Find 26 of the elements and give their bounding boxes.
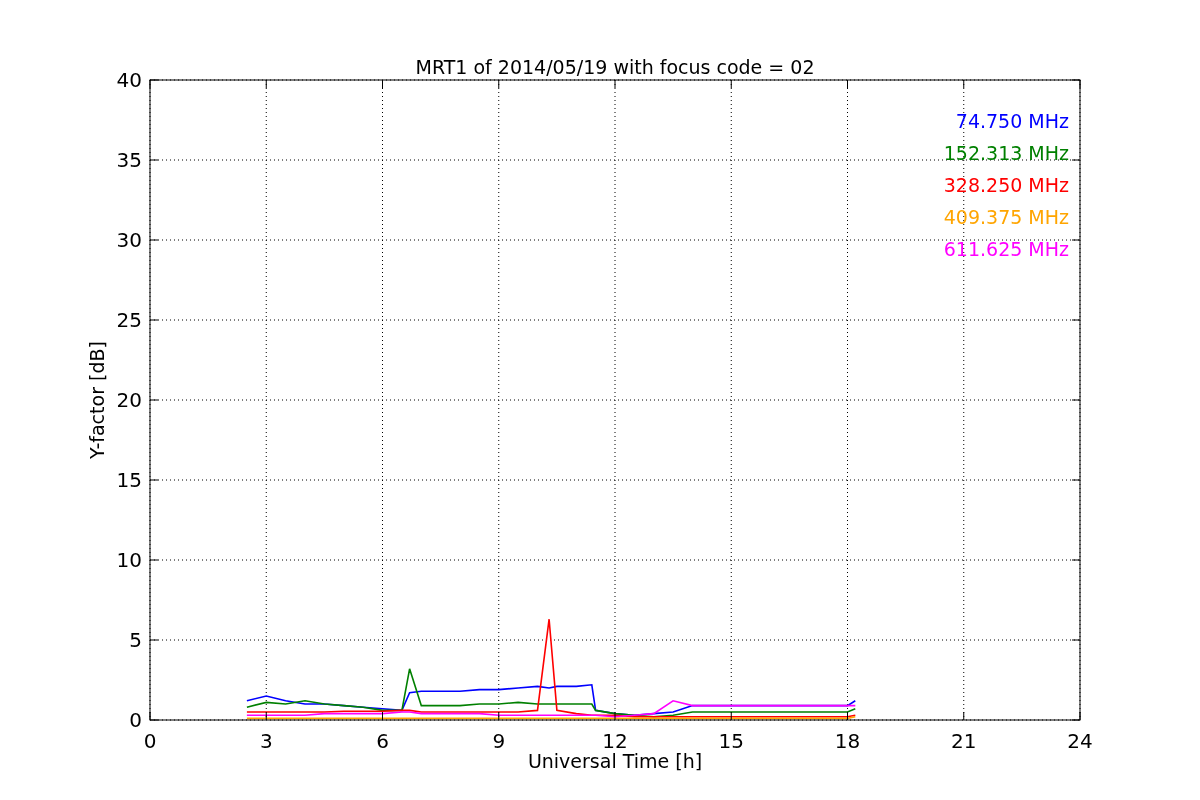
y-tick-label: 40 (116, 68, 142, 92)
x-tick-label: 6 (376, 729, 389, 753)
legend-label: 611.625 MHz (943, 238, 1069, 260)
legend-label: 74.750 MHz (955, 110, 1069, 132)
y-tick-label: 10 (116, 548, 142, 572)
x-tick-label: 15 (718, 729, 744, 753)
y-tick-label: 30 (116, 228, 142, 252)
y-tick-label: 5 (129, 628, 142, 652)
x-tick-label: 24 (1067, 729, 1093, 753)
y-tick-label: 20 (116, 388, 142, 412)
x-tick-label: 12 (602, 729, 628, 753)
y-tick-label: 0 (129, 708, 142, 732)
y-axis-label: Y-factor [dB] (86, 341, 108, 459)
x-tick-label: 18 (834, 729, 861, 753)
legend-label: 409.375 MHz (943, 206, 1069, 228)
x-tick-label: 3 (259, 729, 273, 753)
x-tick-label: 0 (143, 729, 157, 753)
y-tick-label: 15 (116, 468, 142, 492)
y-tick-label: 35 (116, 148, 142, 172)
x-tick-label: 21 (951, 729, 977, 753)
legend-label: 328.250 MHz (943, 174, 1069, 196)
y-tick-label: 25 (116, 308, 142, 332)
legend-label: 152.313 MHz (943, 142, 1069, 164)
chart-title: MRT1 of 2014/05/19 with focus code = 02 (415, 56, 815, 78)
x-axis-label: Universal Time [h] (527, 750, 703, 772)
x-tick-label: 9 (492, 729, 506, 753)
